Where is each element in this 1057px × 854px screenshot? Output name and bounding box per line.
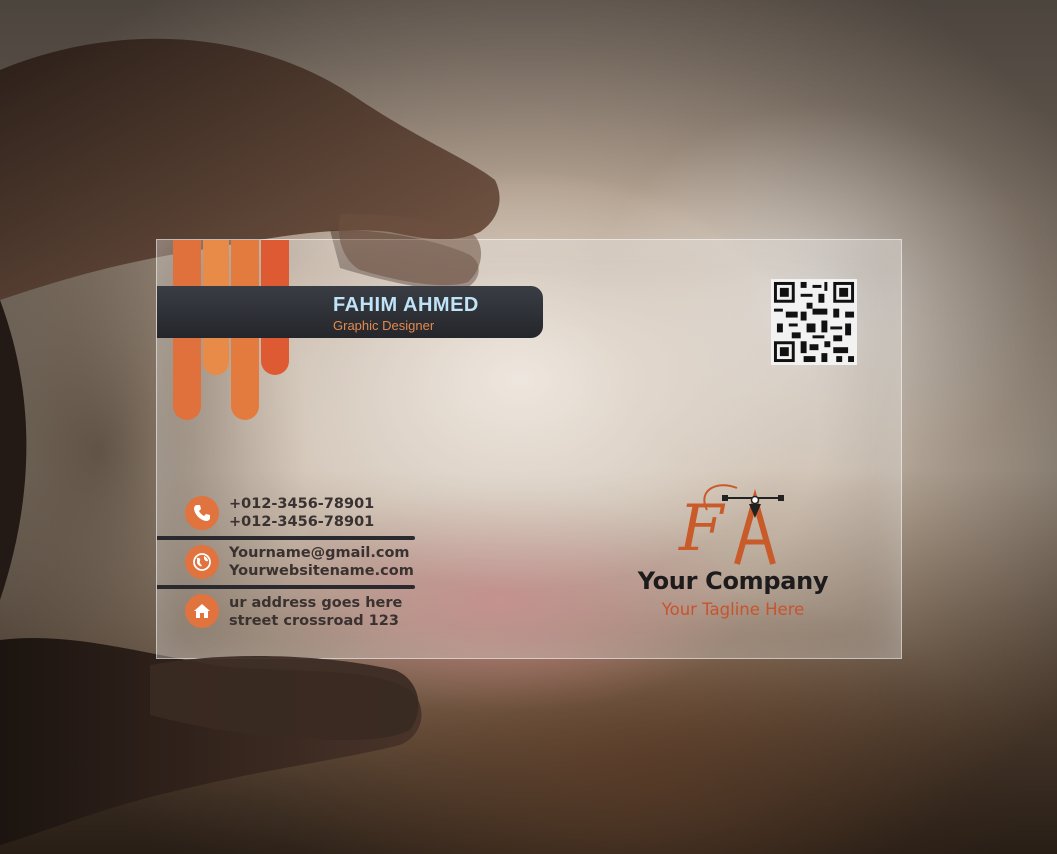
website-address: Yourwebsitename.com: [229, 563, 414, 579]
person-role: Graphic Designer: [333, 318, 435, 333]
globe-icon-circle: [185, 545, 219, 579]
globe-icon: [193, 553, 211, 571]
email-address: Yourname@gmail.com: [229, 545, 410, 561]
address-line-2: street crossroad 123: [229, 613, 399, 629]
name-bar: FAHIM AHMED Graphic Designer: [157, 286, 543, 338]
company-tagline: Your Tagline Here: [661, 600, 805, 619]
address-line-1: ur address goes here: [229, 595, 403, 611]
company-name: Your Company: [637, 567, 829, 595]
home-icon: [194, 604, 210, 618]
phone-number-1: +012-3456-78901: [229, 496, 375, 512]
person-name: FAHIM AHMED: [333, 294, 479, 316]
divider: [157, 585, 415, 589]
svg-text:F: F: [678, 492, 726, 566]
phone-number-2: +012-3456-78901: [229, 514, 375, 530]
home-icon-circle: [185, 594, 219, 628]
divider: [157, 536, 415, 540]
company-logo: F: [678, 484, 784, 566]
phone-icon: [194, 505, 210, 521]
qr-code: [771, 279, 857, 365]
photo-scene: FAHIM AHMED Graphic Designer +012-3456-7…: [0, 0, 1057, 854]
phone-icon-circle: [185, 496, 219, 530]
business-card: FAHIM AHMED Graphic Designer +012-3456-7…: [156, 239, 902, 659]
